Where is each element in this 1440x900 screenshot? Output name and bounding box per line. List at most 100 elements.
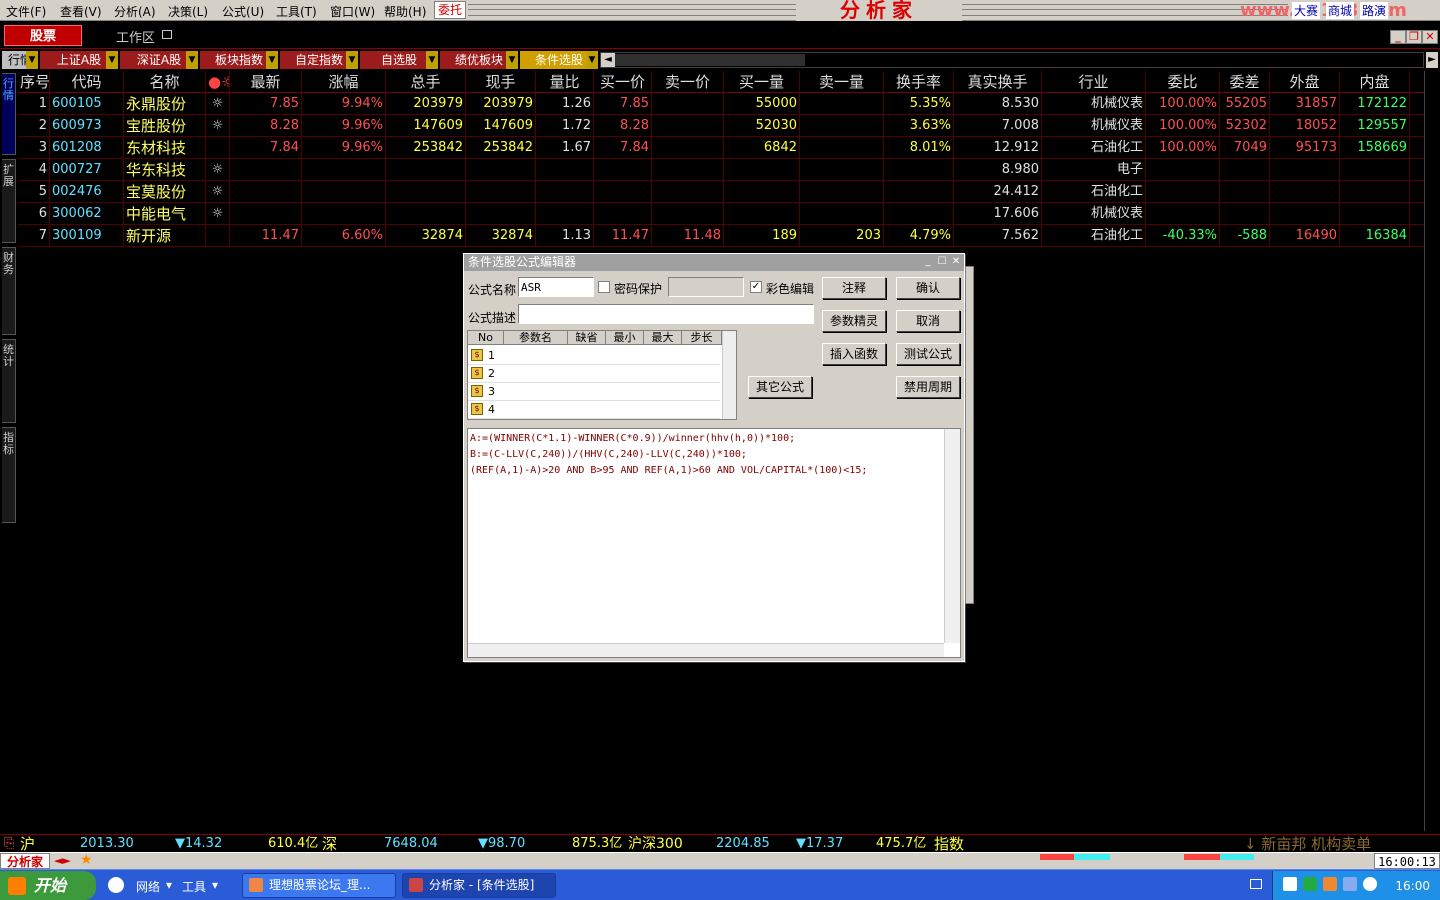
side-tab-extend[interactable]: 扩展 <box>2 159 16 243</box>
header-col-ask1[interactable]: 卖一价 <box>652 71 724 93</box>
close-icon[interactable]: ✕ <box>950 256 962 268</box>
toolbar-tools[interactable]: 工具 <box>182 878 206 895</box>
header-col-current[interactable]: 现手 <box>466 71 536 93</box>
table-row[interactable]: 3 601208 东材科技 7.84 9.96% 253842 253842 1.67 7.84… <box>18 137 1424 159</box>
dropdown-icon[interactable]: ▼ <box>506 51 518 69</box>
header-col-change[interactable]: 涨幅 <box>302 71 386 93</box>
table-row[interactable]: 6 300062 中能电气 ☼ 17.606 机械仪表 <box>18 203 1424 225</box>
header-col-ask1vol[interactable]: 卖一量 <box>800 71 884 93</box>
tray-app-icon[interactable] <box>1303 877 1317 891</box>
header-col-volume[interactable]: 总手 <box>386 71 466 93</box>
table-row[interactable]: 1 600105 永鼎股份 ☼ 7.85 9.94% 203979 203979 1.26 7.8… <box>18 93 1424 115</box>
workspace-icon[interactable] <box>162 30 172 39</box>
tab-workspace[interactable]: 工作区 <box>116 27 155 46</box>
password-input[interactable] <box>668 277 744 297</box>
header-col-inner[interactable]: 内盘 <box>1340 71 1410 93</box>
tray-shield-icon[interactable] <box>1363 877 1377 891</box>
dropdown-icon[interactable]: ▼ <box>426 51 438 69</box>
tray-app-icon[interactable] <box>1323 877 1337 891</box>
header-col-biddiff[interactable]: 委差 <box>1220 71 1270 93</box>
header-col-code[interactable]: 代码 <box>50 71 124 93</box>
table-row[interactable]: 7 300109 新开源 11.47 6.60% 32874 32874 1.13 11.47 1… <box>18 225 1424 247</box>
table-row[interactable]: 2 600973 宝胜股份 ☼ 8.28 9.96% 147609 147609 1.72 8.2… <box>18 115 1424 137</box>
menu-decision[interactable]: 决策(L) <box>168 3 208 20</box>
side-tab-quotes[interactable]: 行情 <box>2 73 16 155</box>
password-checkbox[interactable] <box>598 281 610 293</box>
param-row[interactable]: $4 <box>468 401 720 419</box>
dropdown-icon[interactable]: ▼ <box>266 51 278 69</box>
editor-hscrollbar[interactable] <box>468 643 944 657</box>
table-row[interactable]: 4 000727 华东科技 ☼ 8.980 电子 <box>18 159 1424 181</box>
dropdown-icon[interactable]: ▼ <box>586 51 598 69</box>
formula-name-input[interactable] <box>518 277 594 297</box>
disable-period-button[interactable]: 禁用周期 <box>896 376 960 398</box>
browser-icon[interactable] <box>108 877 124 893</box>
keyboard-icon[interactable] <box>1250 879 1262 889</box>
tray-app-icon[interactable] <box>1343 877 1357 891</box>
color-edit-checkbox[interactable]: ✓ <box>750 281 762 293</box>
nav-arrows-icon[interactable]: ◄► <box>54 854 71 867</box>
header-col-flag[interactable]: ●☼ <box>206 71 230 93</box>
tab-condition-select[interactable]: 条件选股 ▼ <box>520 51 598 69</box>
minimize-icon[interactable]: _ <box>1390 30 1406 44</box>
dropdown-icon[interactable]: ▾ <box>166 878 172 892</box>
minimize-icon[interactable]: _ <box>922 256 934 268</box>
header-col-real-turnover[interactable]: 真实换手 <box>954 71 1042 93</box>
link-mall[interactable]: 商城 <box>1326 2 1355 19</box>
param-row[interactable]: $2 <box>468 365 720 383</box>
maximize-icon[interactable]: ☐ <box>936 256 948 268</box>
tab-stock[interactable]: 股票 <box>4 25 82 46</box>
dropdown-icon[interactable]: ▾ <box>212 878 218 892</box>
header-col-name[interactable]: 名称 <box>124 71 206 93</box>
dropdown-icon[interactable]: ▼ <box>346 51 358 69</box>
trade-button[interactable]: 委托 <box>434 1 466 19</box>
header-col-turnover[interactable]: 换手率 <box>884 71 954 93</box>
star-icon[interactable]: ★ <box>80 852 93 868</box>
menu-analysis[interactable]: 分析(A) <box>114 3 156 20</box>
menu-tools[interactable]: 工具(T) <box>276 3 317 20</box>
restore-icon[interactable]: ❐ <box>1406 30 1422 44</box>
header-col-bid1[interactable]: 买一价 <box>594 71 652 93</box>
formula-code-editor[interactable]: A:=(WINNER(C*1.1)-WINNER(C*0.9))/winner(… <box>467 428 961 658</box>
scroll-thumb[interactable] <box>615 54 805 66</box>
side-tab-finance[interactable]: 财务 <box>2 247 16 335</box>
menu-formula[interactable]: 公式(U) <box>222 3 264 20</box>
menu-window[interactable]: 窗口(W) <box>330 3 375 20</box>
table-scrollbar[interactable] <box>1424 71 1438 831</box>
tab-watchlist[interactable]: 自选股 ▼ <box>360 51 438 69</box>
link-contest[interactable]: 大赛 <box>1292 2 1321 19</box>
tab-sh-a[interactable]: 上证A股 ▼ <box>40 51 118 69</box>
side-tab-stats[interactable]: 统计 <box>2 339 16 423</box>
tab-top-sectors[interactable]: 绩优板块 ▼ <box>440 51 518 69</box>
close-icon[interactable]: ✕ <box>1422 30 1438 44</box>
tab-sz-a[interactable]: 深证A股 ▼ <box>120 51 198 69</box>
scroll-right-icon[interactable]: ► <box>1426 52 1438 68</box>
confirm-button[interactable]: 确认 <box>896 277 960 299</box>
dropdown-icon[interactable]: ▼ <box>106 51 118 69</box>
side-tab-indicators[interactable]: 指标 <box>2 427 16 523</box>
header-col-industry[interactable]: 行业 <box>1042 71 1146 93</box>
other-formula-button[interactable]: 其它公式 <box>748 376 812 398</box>
header-col-bidratio[interactable]: 委比 <box>1146 71 1220 93</box>
cancel-button[interactable]: 取消 <box>896 310 960 332</box>
table-row[interactable]: 5 002476 宝莫股份 ☼ 24.412 石油化工 <box>18 181 1424 203</box>
scroll-left-icon[interactable]: ◄ <box>601 53 615 67</box>
header-col-bid1vol[interactable]: 买一量 <box>724 71 800 93</box>
comment-button[interactable]: 注释 <box>822 277 886 299</box>
header-col-last[interactable]: 最新 <box>230 71 302 93</box>
tray-app-icon[interactable] <box>1283 877 1297 891</box>
menu-help[interactable]: 帮助(H) <box>384 3 426 20</box>
tab-scrollbar[interactable]: ◄ <box>600 52 1424 68</box>
header-col-no[interactable]: 序号 <box>18 71 50 93</box>
dropdown-icon[interactable]: ▼ <box>186 51 198 69</box>
tab-quotes[interactable]: 行情 ▼ <box>2 51 38 69</box>
param-wizard-button[interactable]: 参数精灵 <box>822 310 886 332</box>
start-button[interactable]: 开始 <box>0 871 96 900</box>
test-formula-button[interactable]: 测试公式 <box>896 343 960 365</box>
header-col-outer[interactable]: 外盘 <box>1270 71 1340 93</box>
param-row[interactable]: $3 <box>468 383 720 401</box>
formula-desc-input[interactable] <box>518 304 814 324</box>
link-roadshow[interactable]: 路演 <box>1360 2 1389 19</box>
tab-custom-index[interactable]: 自定指数 ▼ <box>280 51 358 69</box>
menu-file[interactable]: 文件(F) <box>6 3 46 20</box>
